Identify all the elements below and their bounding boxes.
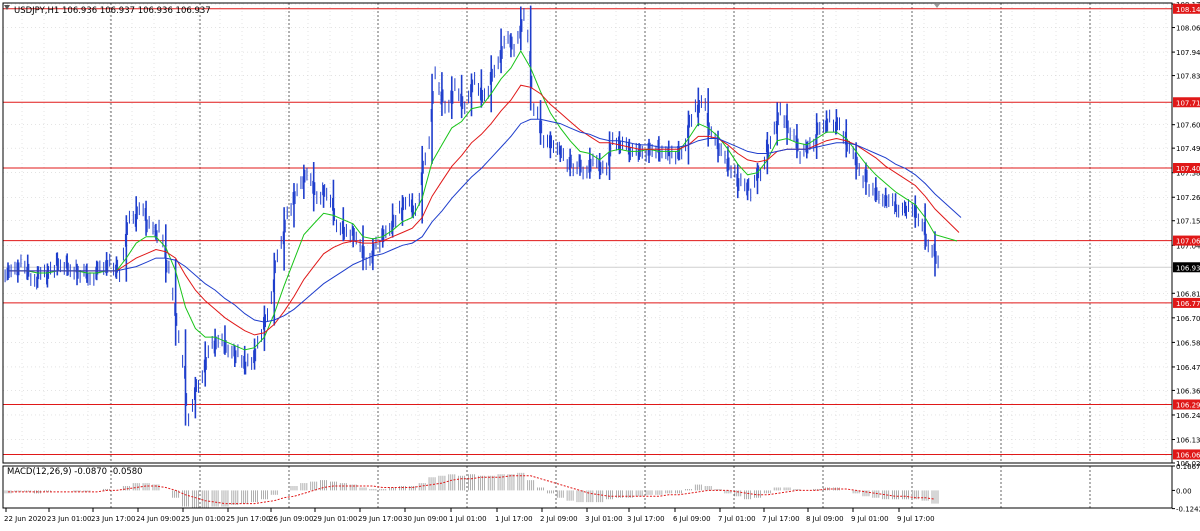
- macd-header-label: MACD(12,26,9) -0.0870 -0.0580: [7, 467, 143, 477]
- y-axis-tick-label: 106.360: [1176, 387, 1200, 395]
- y-axis-tick-label: 108.060: [1176, 25, 1200, 33]
- y-axis-tick-label: 107.495: [1176, 145, 1200, 153]
- x-axis-tick-label: 23 Jun 01:00: [47, 515, 91, 523]
- x-axis-tick-label: 2 Jul 09:00: [540, 515, 578, 523]
- x-axis-tick-label: 30 Jun 09:00: [403, 515, 447, 523]
- symbol-info-label: USDJPY,H1 106.936 106.937 106.936 106.93…: [14, 6, 211, 16]
- y-axis-tick-label: 106.585: [1176, 339, 1200, 347]
- chart-window[interactable]: 108.170108.060107.945107.835107.605107.4…: [0, 0, 1200, 527]
- level-price-label: 107.402: [1176, 165, 1200, 173]
- x-axis-tick-label: 8 Jul 09:00: [806, 515, 844, 523]
- x-axis-tick-label: 6 Jul 09:00: [673, 515, 711, 523]
- x-axis-tick-label: 9 Jul 01:00: [851, 515, 889, 523]
- x-axis-tick-label: 25 Jun 01:00: [181, 515, 225, 523]
- y-axis-tick-label: 106.815: [1176, 290, 1200, 298]
- chart-svg[interactable]: 108.170108.060107.945107.835107.605107.4…: [0, 0, 1200, 527]
- y-axis-tick-label: 107.945: [1176, 49, 1200, 57]
- level-price-label: 106.060: [1176, 451, 1200, 459]
- level-price-label: 108.148: [1176, 6, 1200, 14]
- x-axis-tick-label: 1 Jul 01:00: [449, 515, 487, 523]
- y-axis-tick-label: 106.130: [1176, 437, 1200, 445]
- x-axis-tick-label: 22 Jun 2020: [4, 515, 46, 523]
- x-axis-tick-label: 25 Jun 17:00: [226, 515, 270, 523]
- x-axis-tick-label: 26 Jun 09:00: [269, 515, 313, 523]
- current-price-label: 106.937: [1176, 264, 1200, 272]
- level-price-label: 106.294: [1176, 402, 1200, 410]
- x-axis-tick-label: 7 Jul 01:00: [718, 515, 756, 523]
- level-price-label: 107.710: [1176, 99, 1200, 107]
- y-axis-tick-label: 106.700: [1176, 315, 1200, 323]
- level-price-label: 106.770: [1176, 300, 1200, 308]
- y-axis-tick-label: 106.470: [1176, 364, 1200, 372]
- x-axis-tick-label: 7 Jul 17:00: [762, 515, 800, 523]
- x-axis-tick-label: 29 Jun 17:00: [358, 515, 402, 523]
- macd-y-tick-label: 0.1667: [1176, 463, 1200, 471]
- x-axis-tick-label: 3 Jul 01:00: [585, 515, 623, 523]
- macd-y-tick-label: 0.00: [1176, 487, 1192, 495]
- x-axis-tick-label: 3 Jul 17:00: [627, 515, 665, 523]
- y-axis-tick-label: 107.835: [1176, 73, 1200, 81]
- y-axis-tick-label: 107.605: [1176, 122, 1200, 130]
- y-axis-tick-label: 107.155: [1176, 218, 1200, 226]
- x-axis-tick-label: 24 Jun 09:00: [136, 515, 180, 523]
- y-axis-tick-label: 107.265: [1176, 194, 1200, 202]
- macd-y-tick-label: -0.1242: [1176, 506, 1200, 514]
- x-axis-tick-label: 29 Jun 01:00: [313, 515, 357, 523]
- x-axis-tick-label: 9 Jul 17:00: [897, 515, 935, 523]
- level-price-label: 107.062: [1176, 238, 1200, 246]
- y-axis-tick-label: 106.245: [1176, 412, 1200, 420]
- x-axis-tick-label: 23 Jun 17:00: [91, 515, 135, 523]
- x-axis-tick-label: 1 Jul 17:00: [495, 515, 533, 523]
